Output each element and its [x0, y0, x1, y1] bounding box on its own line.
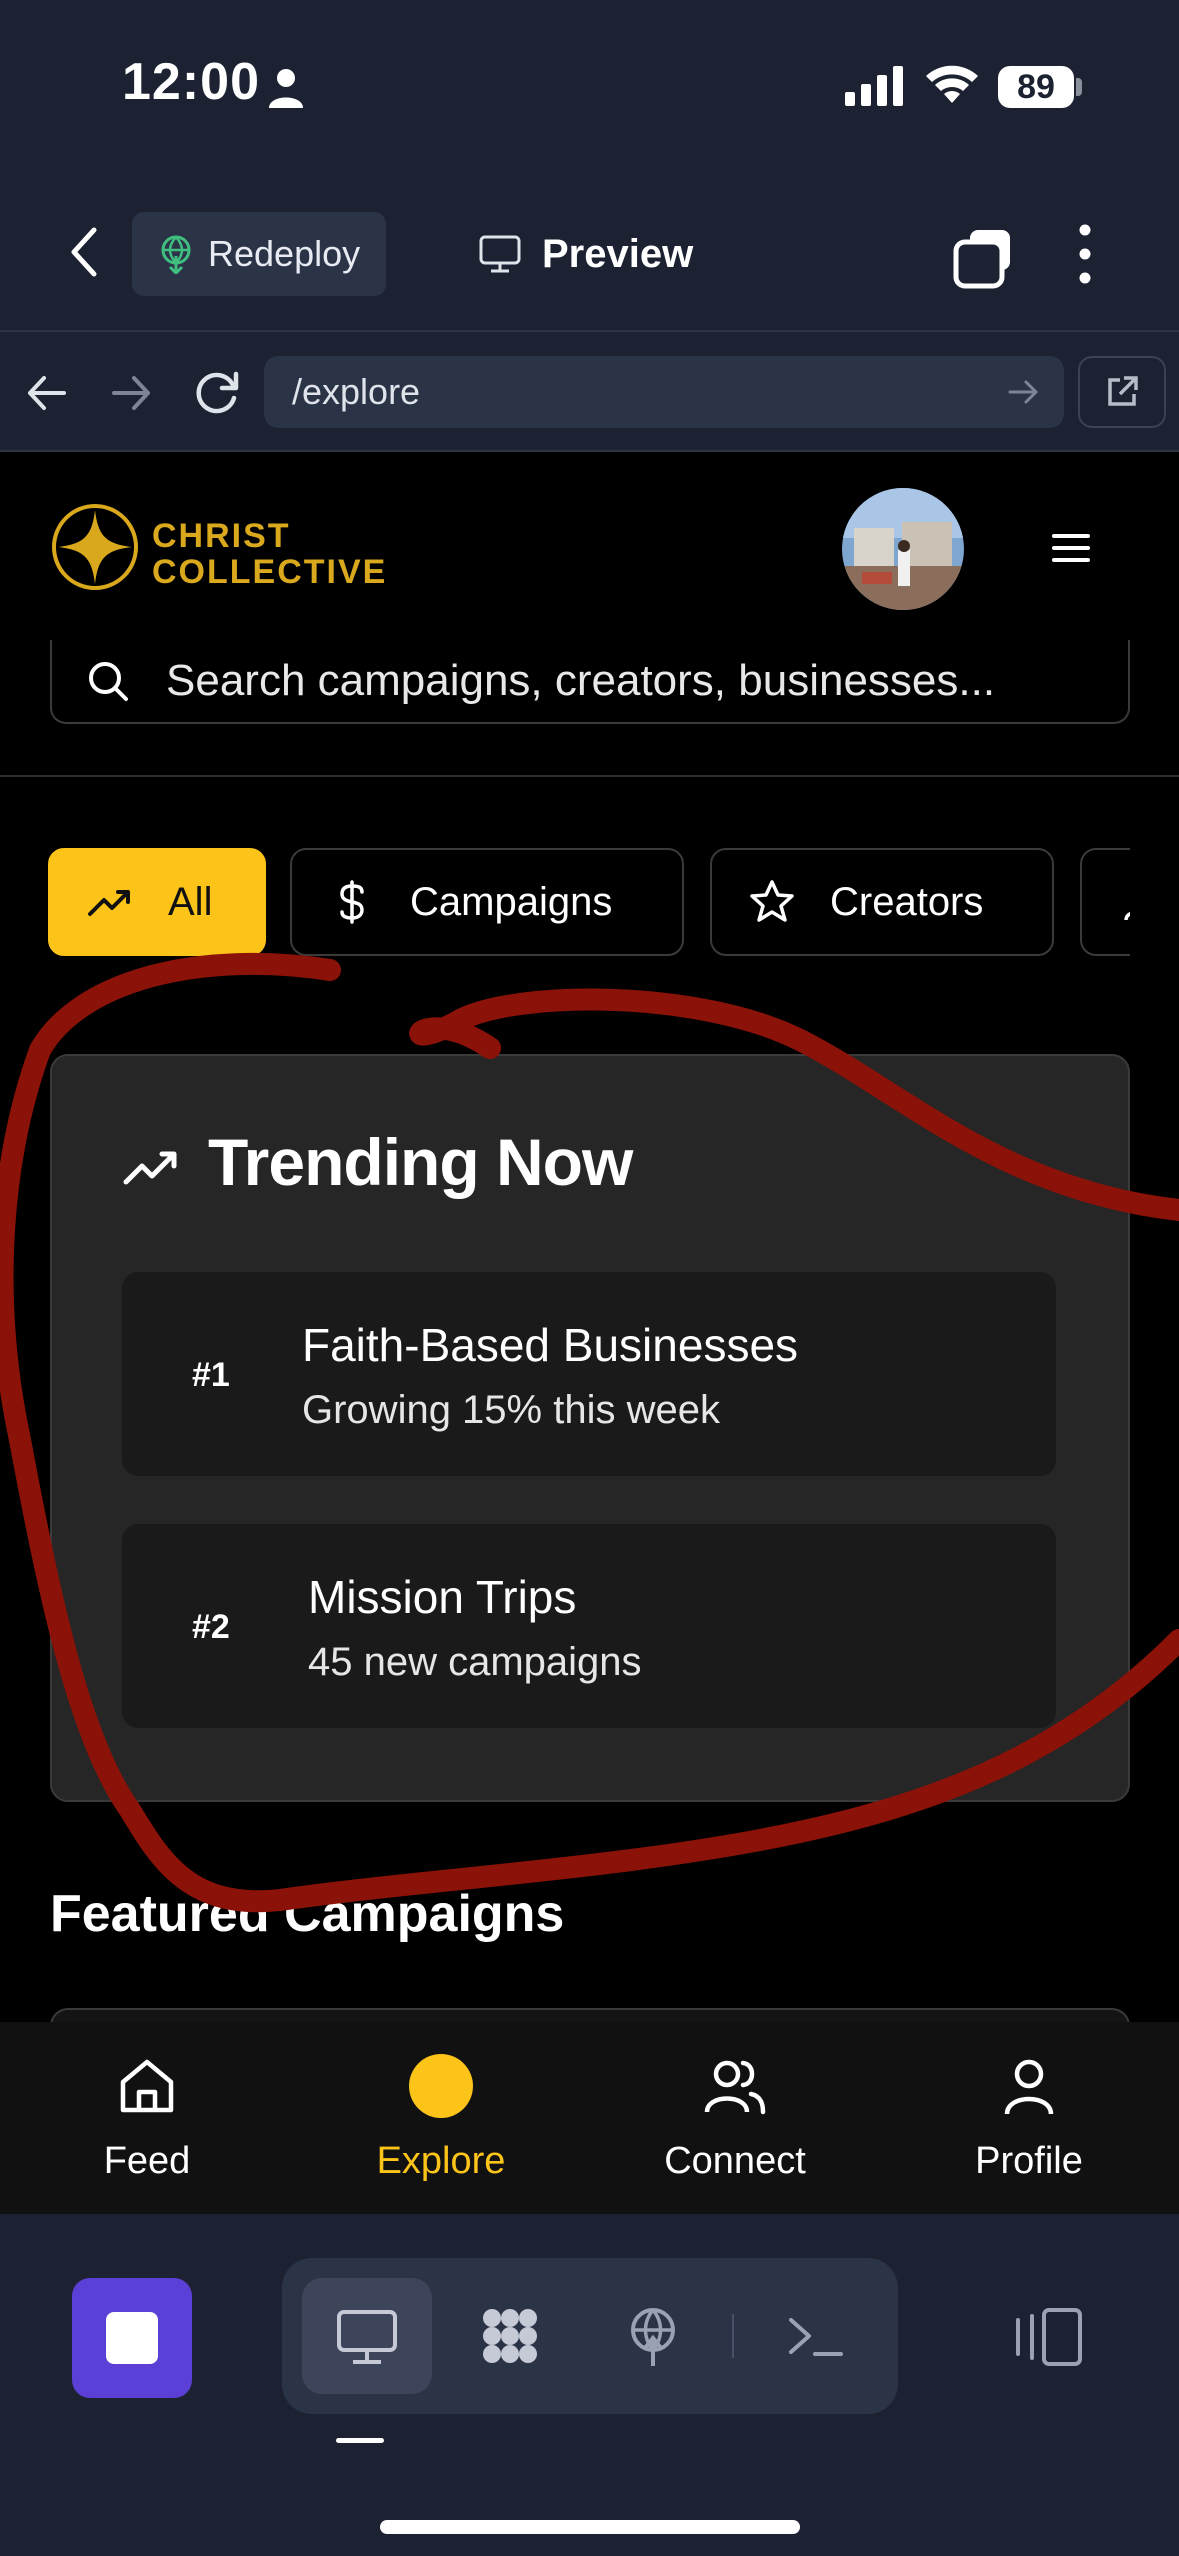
- star-icon: [750, 880, 794, 922]
- monitor-icon: [479, 235, 521, 273]
- search-input[interactable]: Search campaigns, creators, businesses..…: [50, 640, 1130, 724]
- deploy-globe-icon: [631, 2308, 675, 2366]
- brand-name: CHRIST COLLECTIVE: [152, 518, 387, 590]
- status-bar: 12:00 89: [0, 0, 1179, 176]
- tabs-switcher-icon[interactable]: [950, 226, 1014, 290]
- search-placeholder: Search campaigns, creators, businesses..…: [166, 656, 996, 705]
- user-icon: [1004, 2059, 1054, 2115]
- trending-item[interactable]: #1 Faith-Based Businesses Growing 15% th…: [122, 1272, 1056, 1476]
- filter-chip-all[interactable]: All: [48, 848, 266, 956]
- dock-deploy-button[interactable]: [588, 2278, 718, 2394]
- dock-shell-button[interactable]: [750, 2278, 880, 2394]
- filter-chip-label: All: [168, 879, 213, 924]
- open-external-button[interactable]: [1078, 356, 1166, 428]
- trending-rank: #2: [192, 1608, 230, 1646]
- dock-agent-button[interactable]: [445, 2278, 575, 2394]
- dollar-icon: [340, 880, 364, 924]
- side-panel-icon[interactable]: [1010, 2306, 1084, 2368]
- nav-connect[interactable]: Connect: [588, 2022, 882, 2214]
- stop-button[interactable]: [72, 2278, 192, 2398]
- monitor-icon: [337, 2310, 397, 2364]
- preview-label: Preview: [542, 231, 694, 276]
- deploy-globe-icon: [161, 235, 191, 274]
- trending-title: Trending Now: [208, 1125, 633, 1199]
- battery-indicator: 89: [998, 66, 1074, 108]
- nav-label: Explore: [376, 2140, 506, 2182]
- url-input[interactable]: /explore: [264, 356, 1064, 428]
- app-header: CHRIST COLLECTIVE: [0, 452, 1179, 646]
- nav-label: Feed: [103, 2140, 191, 2182]
- screen: 12:00 89 Redeploy Preview /explore CHRIS…: [0, 0, 1179, 2556]
- dock-tabs: [282, 2258, 898, 2414]
- users-icon: [704, 2060, 766, 2115]
- user-icon: [1124, 911, 1130, 921]
- trending-item[interactable]: #2 Mission Trips 45 new campaigns: [122, 1524, 1056, 1728]
- arrow-left-icon[interactable]: [22, 368, 72, 418]
- workspace-dock: [0, 2214, 1179, 2556]
- nav-label: Profile: [975, 2140, 1083, 2182]
- trending-rank: #1: [192, 1356, 230, 1394]
- explore-dot-icon: [409, 2054, 473, 2118]
- status-time: 12:00: [122, 53, 260, 111]
- christ-collective-logo[interactable]: [50, 502, 140, 592]
- bottom-navigation: Feed Explore Connect Profile: [0, 2022, 1179, 2214]
- more-options-icon[interactable]: [1070, 222, 1100, 286]
- redeploy-label: Redeploy: [208, 233, 361, 274]
- header-divider: [0, 775, 1179, 777]
- trending-name: Mission Trips: [308, 1571, 577, 1623]
- workspace-toolbar: Redeploy Preview: [0, 176, 1179, 332]
- terminal-icon: [789, 2318, 843, 2356]
- filter-chip-label: Campaigns: [410, 879, 613, 924]
- go-arrow-icon[interactable]: [1006, 375, 1040, 409]
- filter-chip-creators[interactable]: Creators: [710, 848, 1054, 956]
- brand-line-2: COLLECTIVE: [152, 553, 388, 591]
- search-icon: [89, 662, 128, 701]
- avatar-photo: [842, 488, 964, 610]
- featured-campaigns-heading: Featured Campaigns: [50, 1885, 565, 1943]
- external-link-icon: [1108, 376, 1138, 406]
- filter-chips: All Campaigns Creators: [48, 848, 1130, 958]
- home-icon: [120, 2059, 174, 2113]
- agent-icon: [483, 2309, 537, 2363]
- stop-icon: [106, 2312, 158, 2364]
- trending-name: Faith-Based Businesses: [302, 1319, 799, 1371]
- active-tab-indicator: [336, 2438, 384, 2443]
- arrow-right-icon[interactable]: [106, 368, 156, 418]
- nav-label: Connect: [664, 2140, 806, 2182]
- person-icon: [269, 69, 303, 108]
- dock-preview-button[interactable]: [302, 2278, 432, 2394]
- filter-chip-label: Creators: [830, 879, 984, 924]
- wifi-icon: [926, 65, 978, 103]
- dock-separator: [732, 2314, 734, 2358]
- filter-chip-next[interactable]: [1080, 848, 1130, 956]
- preview-tab[interactable]: Preview: [478, 212, 693, 296]
- hamburger-menu-icon[interactable]: [1050, 530, 1092, 566]
- redeploy-button[interactable]: Redeploy: [132, 212, 386, 296]
- url-bar: /explore: [0, 332, 1179, 452]
- nav-feed[interactable]: Feed: [0, 2022, 294, 2214]
- nav-profile[interactable]: Profile: [882, 2022, 1176, 2214]
- nav-explore[interactable]: Explore: [294, 2022, 588, 2214]
- home-indicator: [380, 2520, 800, 2534]
- reload-icon[interactable]: [190, 366, 244, 420]
- brand-line-1: CHRIST: [152, 517, 291, 555]
- battery-nub: [1076, 78, 1082, 96]
- trending-icon: [123, 1151, 177, 1185]
- url-text: /explore: [292, 371, 421, 412]
- cellular-signal-icon: [845, 66, 903, 106]
- avatar[interactable]: [842, 488, 964, 610]
- trending-subtitle: Growing 15% this week: [302, 1388, 720, 1432]
- trending-icon: [88, 890, 130, 916]
- chevron-left-icon[interactable]: [60, 222, 110, 282]
- filter-chip-campaigns[interactable]: Campaigns: [290, 848, 684, 956]
- trending-subtitle: 45 new campaigns: [308, 1640, 642, 1684]
